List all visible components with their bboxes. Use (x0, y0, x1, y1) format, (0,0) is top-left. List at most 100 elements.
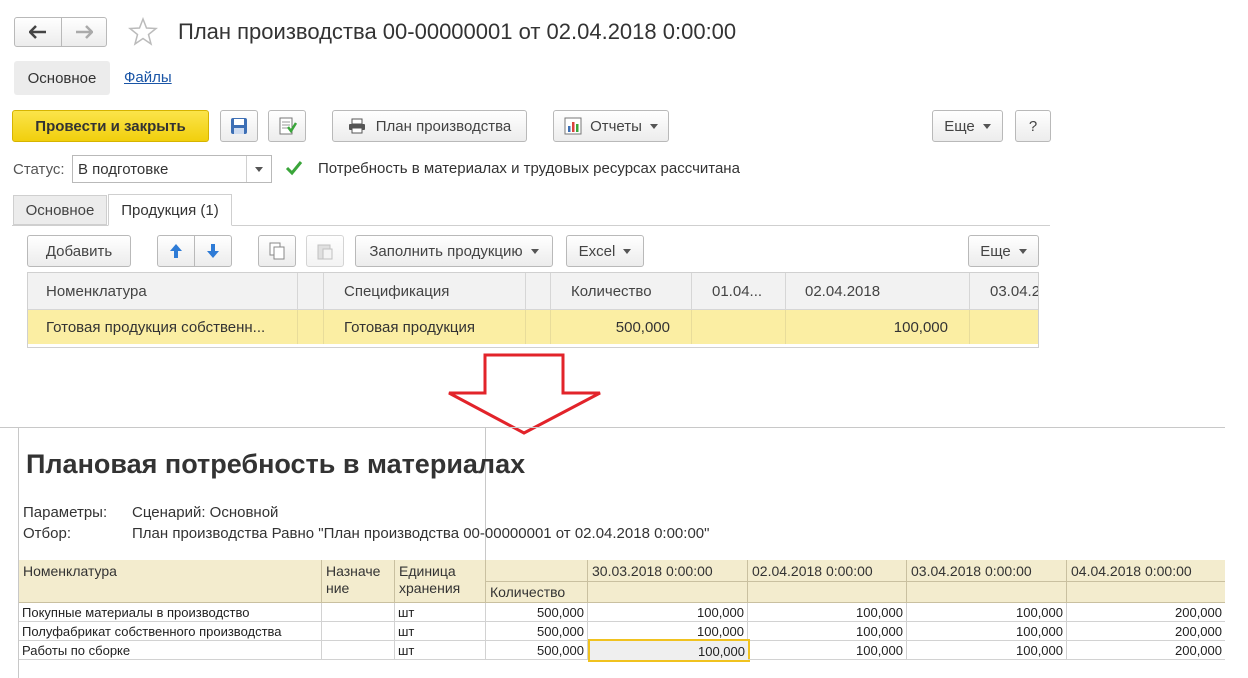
tab-main-label: Основное (25, 201, 95, 219)
chevron-down-icon (255, 167, 263, 172)
product-date-2-text: 100,000 (893, 318, 948, 336)
status-label: Статус: (13, 161, 65, 178)
form-tab-main[interactable]: Основное (14, 61, 110, 95)
report-filter-label: Отбор: (23, 525, 71, 542)
product-cell-date-1[interactable] (692, 310, 786, 344)
report-col-date-1: 30.03.2018 0:00:00 (588, 560, 748, 582)
excel-label: Excel (578, 242, 616, 260)
col-header-item[interactable]: Номенклатура (28, 273, 298, 309)
report-row-3-date-2: 100,000 (748, 641, 907, 660)
product-qty-text: 500,000 (615, 318, 670, 336)
save-button[interactable] (220, 110, 258, 142)
product-cell-item[interactable]: Готовая продукция собственн... (28, 310, 298, 344)
more-menu-button[interactable]: Еще (932, 110, 1003, 142)
report-subhdr-4 (1067, 582, 1225, 603)
col-header-qty-label: Количество (571, 282, 652, 300)
report-filter-value: План производства Равно "План производст… (132, 525, 710, 542)
col-header-date-1-label: 01.04... (712, 282, 763, 300)
tab-products[interactable]: Продукция (1) (108, 194, 232, 226)
report-row-3-purpose (322, 641, 395, 660)
report-subhdr-3 (907, 582, 1067, 603)
reports-menu-button[interactable]: Отчеты (553, 110, 669, 142)
report-col-unit: Единица хранения (395, 560, 486, 603)
status-select[interactable]: В подготовке (72, 155, 272, 183)
col-header-date-2-label: 02.04.2018 (805, 282, 881, 300)
col-header-qty[interactable]: Количество (551, 273, 692, 309)
report-col-purpose-label: Назначе ние (326, 563, 381, 596)
print-plan-button[interactable]: План производства (332, 110, 527, 142)
forward-button[interactable] (61, 17, 107, 47)
report-subhdr-1 (588, 582, 748, 603)
report-row-2-date-4: 200,000 (1067, 622, 1225, 641)
post-button[interactable] (268, 110, 306, 142)
product-cell-date-3[interactable] (970, 310, 1038, 344)
report-row-3-date-1[interactable]: 100,000 (588, 639, 750, 662)
report-row-1-qty: 500,000 (486, 603, 588, 622)
report-row-3-item: Работы по сборке (19, 641, 322, 660)
add-button[interactable]: Добавить (27, 235, 131, 267)
status-select-dropdown[interactable] (246, 156, 271, 182)
floppy-disk-icon (231, 118, 247, 134)
paste-button[interactable] (306, 235, 344, 267)
move-down-button[interactable] (194, 235, 232, 267)
report-col-qty-top (486, 560, 588, 582)
product-cell-spacer-2 (526, 310, 551, 344)
fill-products-button[interactable]: Заполнить продукцию (355, 235, 553, 267)
report-col-date-4-label: 04.04.2018 0:00:00 (1071, 563, 1192, 579)
move-up-button[interactable] (157, 235, 195, 267)
product-cell-spec[interactable]: Готовая продукция (324, 310, 526, 344)
print-plan-label: План производства (375, 117, 512, 135)
checkmark-icon (285, 160, 303, 181)
copy-button[interactable] (258, 235, 296, 267)
copy-icon (269, 242, 285, 260)
report-row-1-item: Покупные материалы в производство (19, 603, 322, 622)
excel-menu-button[interactable]: Excel (566, 235, 644, 267)
arrow-up-icon (170, 244, 182, 258)
report-subhdr-2 (748, 582, 907, 603)
window-title: План производства 00-00000001 от 02.04.2… (178, 19, 737, 44)
report-row-3-qty: 500,000 (486, 641, 588, 660)
col-header-spacer-1 (298, 273, 324, 309)
add-label: Добавить (45, 242, 113, 260)
product-cell-date-2[interactable]: 100,000 (786, 310, 970, 344)
product-cell-spacer-1 (298, 310, 324, 344)
post-and-close-label: Провести и закрыть (35, 117, 186, 135)
col-header-item-label: Номенклатура (46, 282, 147, 300)
report-row-1-date-1: 100,000 (588, 603, 748, 622)
col-header-date-2[interactable]: 02.04.2018 (786, 273, 970, 309)
col-header-date-3[interactable]: 03.04.2 (970, 273, 1038, 309)
col-header-spec[interactable]: Спецификация (324, 273, 526, 309)
tab-main[interactable]: Основное (13, 195, 107, 225)
down-arrow-icon (445, 353, 605, 442)
report-row-1-purpose (322, 603, 395, 622)
back-button[interactable] (14, 17, 62, 47)
fill-products-label: Заполнить продукцию (369, 242, 523, 260)
report-row-1-date-2: 100,000 (748, 603, 907, 622)
form-tab-files[interactable]: Файлы (124, 69, 172, 86)
report-col-unit-label: Единица хранения (399, 563, 461, 596)
reports-label: Отчеты (590, 117, 642, 135)
product-item-text: Готовая продукция собственн... (46, 318, 266, 336)
report-row-1-date-3: 100,000 (907, 603, 1067, 622)
report-row-3-unit: шт (395, 641, 486, 660)
favorite-star-icon[interactable] (127, 16, 159, 52)
help-button[interactable]: ? (1015, 110, 1051, 142)
report-col-item: Номенклатура (19, 560, 322, 603)
report-col-date-2: 02.04.2018 0:00:00 (748, 560, 907, 582)
arrow-left-icon (29, 25, 46, 39)
report-title: Плановая потребность в материалах (26, 449, 526, 479)
report-params-label: Параметры: (23, 504, 108, 521)
post-and-close-button[interactable]: Провести и закрыть (12, 110, 209, 142)
report-params-value: Сценарий: Основной (132, 504, 279, 521)
report-col-item-label: Номенклатура (23, 563, 117, 579)
report-col-qty-label: Количество (490, 584, 566, 600)
report-col-qty: Количество (486, 582, 588, 603)
product-cell-qty[interactable]: 500,000 (551, 310, 692, 344)
report-col-date-3-label: 03.04.2018 0:00:00 (911, 563, 1032, 579)
products-more-button[interactable]: Еще (968, 235, 1039, 267)
col-header-date-3-label: 03.04.2 (990, 282, 1038, 300)
col-header-spec-label: Спецификация (344, 282, 450, 300)
col-header-date-1[interactable]: 01.04... (692, 273, 786, 309)
products-more-label: Еще (980, 242, 1011, 260)
report-row-2-date-3: 100,000 (907, 622, 1067, 641)
